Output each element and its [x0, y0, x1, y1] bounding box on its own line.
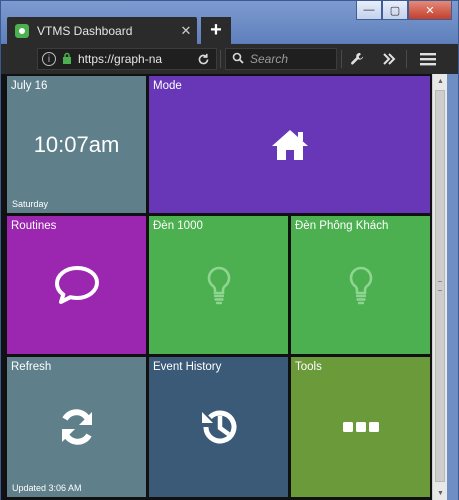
reload-icon [198, 53, 208, 64]
clock-time: 10:07am [33, 132, 120, 157]
last-updated-label: Updated 3:06 AM [12, 483, 82, 493]
history-icon [149, 357, 288, 497]
site-info-icon[interactable]: i [42, 52, 56, 66]
den-1000-tile[interactable]: Đèn 1000 [149, 216, 288, 354]
search-icon [232, 52, 244, 67]
maximize-button[interactable]: ▢ [382, 1, 408, 20]
day-label: Saturday [12, 199, 49, 209]
scroll-up-arrow-icon[interactable]: ▲ [433, 74, 448, 88]
scroll-down-arrow-icon[interactable]: ▼ [433, 486, 448, 500]
title-bar: VTMS Dashboard ✕ + — ▢ ✕ [1, 1, 458, 44]
reload-button[interactable] [191, 48, 215, 70]
window-controls: — ▢ ✕ [356, 1, 452, 21]
overflow-button[interactable] [377, 48, 401, 70]
lightbulb-icon [291, 216, 430, 354]
minimize-button[interactable]: — [356, 1, 382, 20]
vertical-scrollbar[interactable]: ▲ ▼ [432, 74, 448, 500]
mode-tile[interactable]: Mode [149, 76, 430, 213]
tab-title: VTMS Dashboard [37, 23, 133, 38]
close-window-button[interactable]: ✕ [408, 1, 452, 20]
url-bar[interactable]: i https://graph-na [37, 48, 217, 70]
browser-window: VTMS Dashboard ✕ + — ▢ ✕ i https://graph… [0, 0, 459, 500]
search-input[interactable]: Search [225, 48, 337, 70]
search-placeholder: Search [250, 52, 289, 66]
browser-tab[interactable]: VTMS Dashboard ✕ [7, 17, 197, 44]
scrollbar-thumb[interactable] [435, 90, 445, 482]
chat-bubble-icon [7, 216, 146, 354]
clock-tile[interactable]: July 16 10:07am Saturday [7, 76, 146, 213]
hamburger-menu-icon [420, 53, 436, 66]
tools-tile[interactable]: Tools [291, 357, 430, 497]
more-dots-icon [291, 357, 430, 497]
tab-favicon-icon [15, 23, 29, 38]
dashboard-grid: July 16 10:07am Saturday Mode Routines Đ… [1, 74, 432, 500]
toolbar-divider [341, 50, 342, 68]
chevron-double-right-icon [383, 53, 396, 65]
toolbar-divider [406, 50, 407, 68]
new-tab-button[interactable]: + [201, 17, 231, 44]
navigation-bar: i https://graph-na Search [1, 44, 458, 74]
scrollbar-grip [438, 281, 442, 291]
home-icon [149, 76, 430, 213]
date-label: July 16 [11, 80, 48, 92]
wrench-icon [351, 52, 364, 65]
lightbulb-icon [149, 216, 288, 354]
menu-button[interactable] [415, 48, 441, 70]
window-frame-edge [447, 74, 458, 500]
routines-tile[interactable]: Routines [7, 216, 146, 354]
refresh-icon [7, 357, 146, 497]
lock-icon [62, 52, 72, 67]
toolbar-divider [220, 50, 221, 68]
tab-close-icon[interactable]: ✕ [175, 23, 197, 39]
wrench-button[interactable] [345, 48, 369, 70]
den-phong-khach-tile[interactable]: Đèn Phông Khách [291, 216, 430, 354]
event-history-tile[interactable]: Event History [149, 357, 288, 497]
refresh-tile[interactable]: Refresh Updated 3:06 AM [7, 357, 146, 497]
